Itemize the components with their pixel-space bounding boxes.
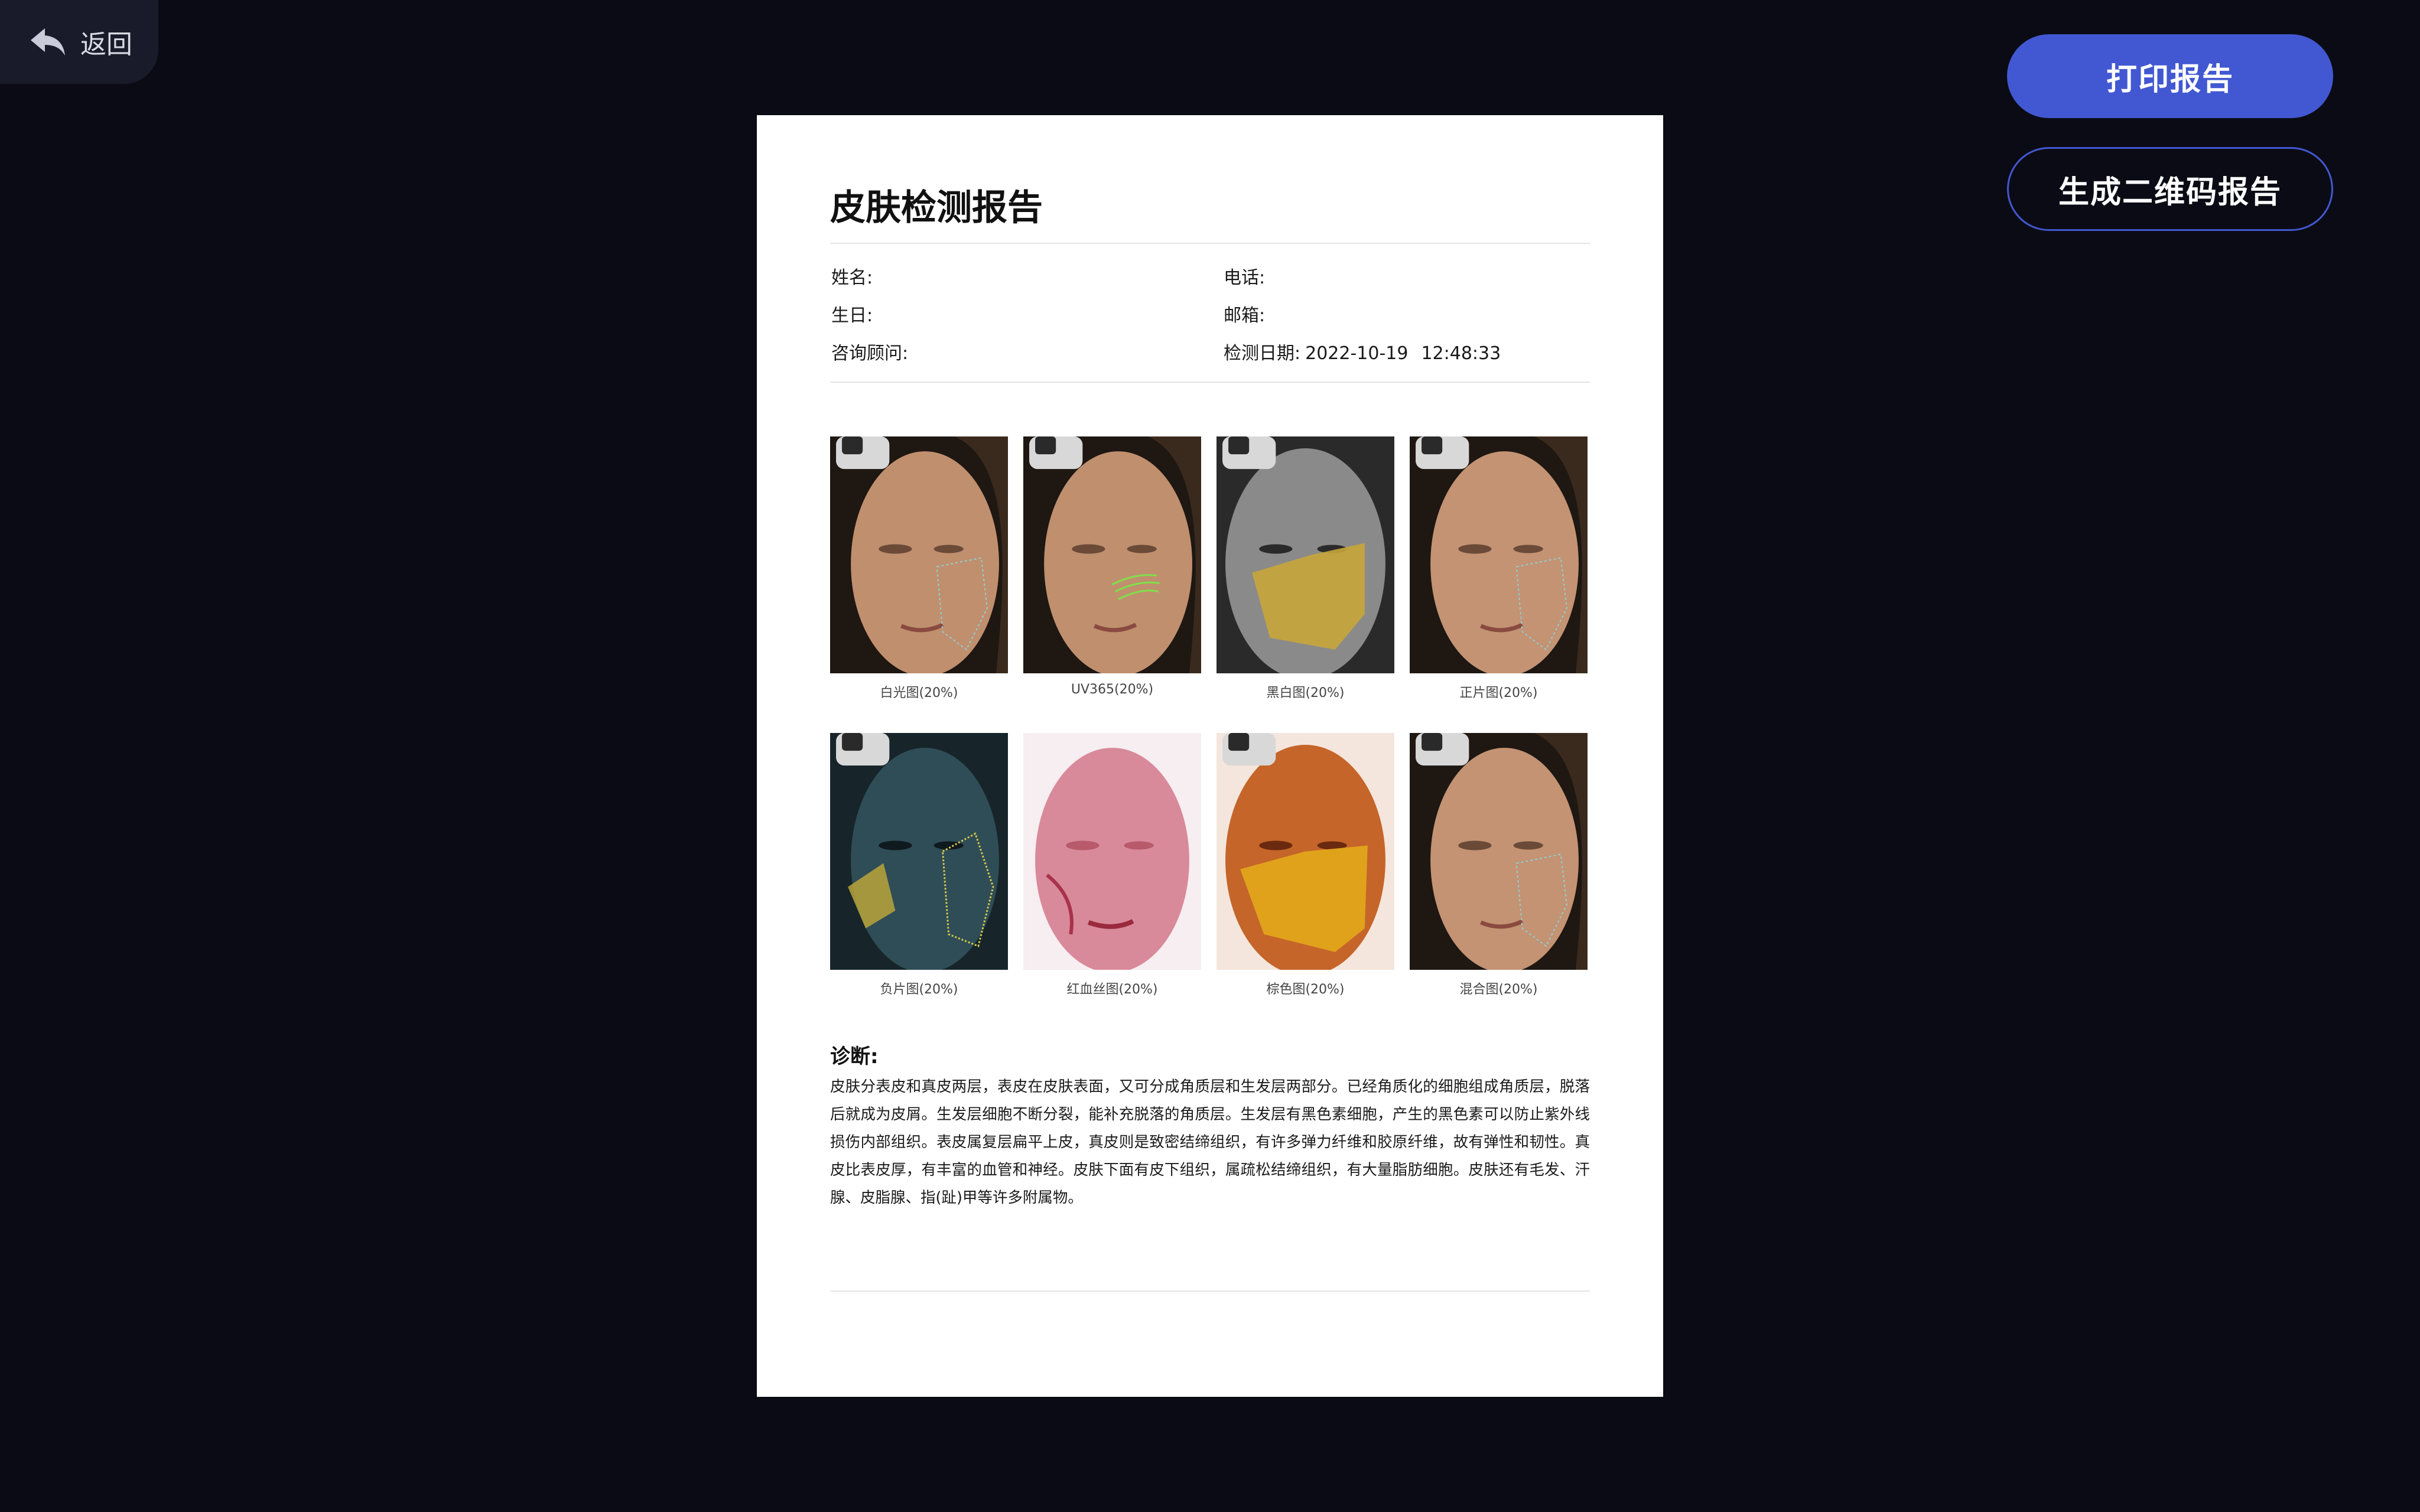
report-document: 皮肤检测报告 姓名: 电话: 生日: 邮箱: 咨询顾问: 检测日期: 2022-1… bbox=[757, 115, 1663, 1397]
skin-image-brown[interactable] bbox=[1216, 733, 1394, 970]
divider bbox=[830, 382, 1590, 383]
birthday-label: 生日: bbox=[831, 305, 873, 326]
report-title: 皮肤检测报告 bbox=[830, 187, 1043, 229]
image-caption: 负片图(20%) bbox=[880, 982, 958, 997]
skin-image-positive[interactable] bbox=[1410, 436, 1588, 673]
divider bbox=[830, 1291, 1590, 1292]
skin-image-black-white[interactable] bbox=[1216, 436, 1394, 673]
generate-qr-report-button[interactable]: 生成二维码报告 bbox=[2007, 147, 2333, 231]
image-caption: 正片图(20%) bbox=[1459, 686, 1538, 700]
skin-image-red-vessels[interactable] bbox=[1023, 733, 1201, 970]
back-label: 返回 bbox=[80, 30, 132, 60]
skin-image-mixed[interactable] bbox=[1410, 733, 1588, 970]
reply-arrow-icon bbox=[30, 27, 66, 57]
email-label: 邮箱: bbox=[1224, 305, 1266, 326]
print-report-button[interactable]: 打印报告 bbox=[2007, 34, 2333, 118]
divider bbox=[830, 243, 1590, 244]
back-button[interactable]: 返回 bbox=[0, 0, 158, 84]
image-caption: 黑白图(20%) bbox=[1266, 686, 1345, 700]
skin-image-negative[interactable] bbox=[830, 733, 1008, 970]
skin-image-white-light[interactable] bbox=[830, 436, 1008, 673]
skin-image-uv365[interactable] bbox=[1023, 436, 1201, 673]
consultant-label: 咨询顾问: bbox=[831, 343, 909, 364]
date-value: 2022-10-19 bbox=[1305, 343, 1409, 364]
phone-label: 电话: bbox=[1224, 268, 1266, 288]
diagnosis-title: 诊断: bbox=[830, 1045, 879, 1068]
image-caption: 红血丝图(20%) bbox=[1066, 982, 1158, 997]
diagnosis-text: 皮肤分表皮和真皮两层，表皮在皮肤表面，又可分成角质层和生发层两部分。已经角质化的… bbox=[830, 1078, 1590, 1207]
detection-date: 检测日期: 2022-10-19 12:48:33 bbox=[1224, 338, 1501, 364]
image-caption: 白光图(20%) bbox=[880, 686, 958, 700]
image-caption: 棕色图(20%) bbox=[1266, 982, 1345, 997]
time-value: 12:48:33 bbox=[1421, 343, 1501, 364]
image-caption: UV365(20%) bbox=[1071, 682, 1154, 697]
name-label: 姓名: bbox=[831, 268, 873, 288]
date-label: 检测日期: bbox=[1224, 343, 1301, 364]
image-caption: 混合图(20%) bbox=[1459, 982, 1538, 997]
